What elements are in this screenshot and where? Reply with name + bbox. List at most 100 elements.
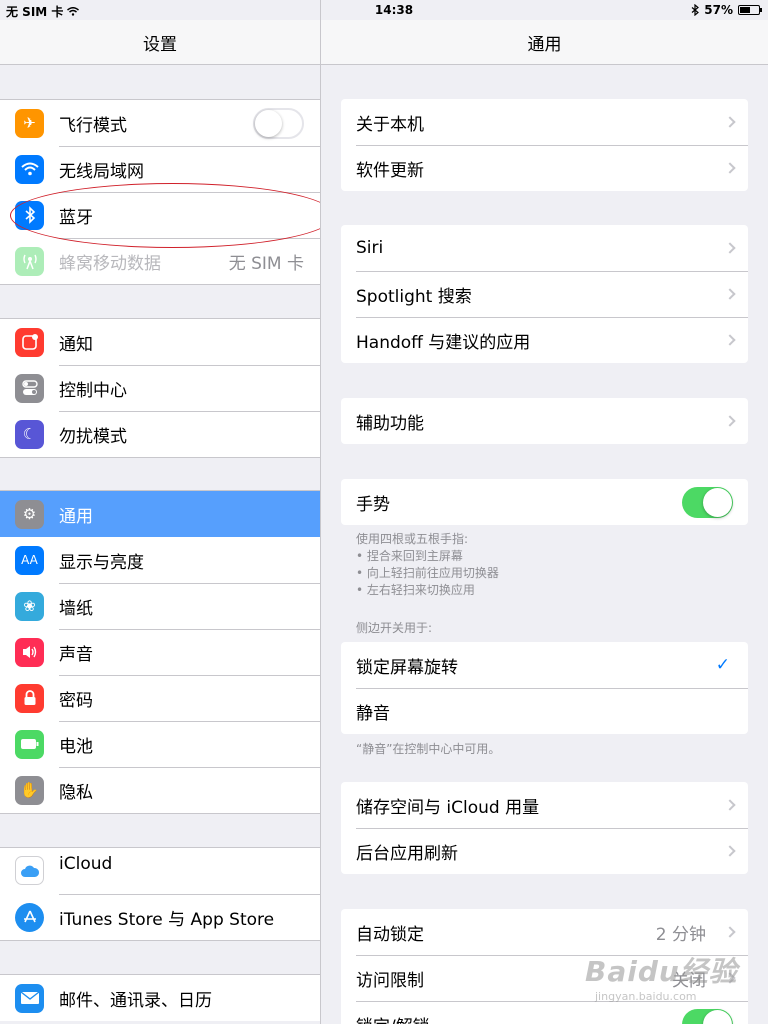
settings-item-notifications[interactable]: 通知 bbox=[0, 319, 320, 365]
gestures-toggle[interactable] bbox=[682, 486, 733, 518]
settings-item-airplane-mode: ✈ 飞行模式 bbox=[0, 100, 320, 146]
detail-item-label: 后台应用刷新 bbox=[356, 843, 458, 864]
detail-item-auto-lock[interactable]: 自动锁定 2 分钟 bbox=[341, 909, 748, 955]
settings-item-label: 墙纸 bbox=[59, 598, 93, 619]
detail-item-label: 储存空间与 iCloud 用量 bbox=[356, 797, 540, 818]
settings-item-general[interactable]: ⚙ 通用 bbox=[0, 491, 320, 537]
detail-group-side-switch: 锁定屏幕旋转 ✓ 静音 bbox=[341, 642, 748, 734]
speaker-icon bbox=[15, 637, 44, 667]
lock-icon bbox=[15, 683, 44, 713]
detail-item-label: Siri bbox=[356, 238, 384, 258]
mute-footer-note: “静音”在控制中心中可用。 bbox=[356, 742, 501, 756]
detail-item-label: 静音 bbox=[356, 703, 390, 724]
detail-item-about[interactable]: 关于本机 bbox=[341, 99, 748, 145]
detail-item-label: Spotlight 搜索 bbox=[356, 286, 472, 307]
chevron-right-icon bbox=[724, 926, 736, 938]
auto-lock-value: 2 分钟 bbox=[655, 924, 706, 945]
settings-item-label: 密码 bbox=[59, 690, 93, 711]
detail-item-handoff[interactable]: Handoff 与建议的应用 bbox=[341, 317, 748, 363]
detail-item-label: 手势 bbox=[356, 494, 390, 515]
wallpaper-icon: ❀ bbox=[15, 591, 44, 621]
settings-item-label: 蜂窝移动数据 bbox=[59, 253, 161, 274]
settings-item-mail-contacts-calendars[interactable]: 邮件、通讯录、日历 bbox=[0, 975, 320, 1021]
bluetooth-status-icon bbox=[691, 4, 700, 16]
settings-item-label: 隐私 bbox=[59, 782, 93, 803]
settings-item-label: iCloud bbox=[59, 854, 113, 874]
settings-item-itunes-app-store[interactable]: iTunes Store 与 App Store bbox=[0, 894, 320, 940]
chevron-right-icon bbox=[724, 288, 736, 300]
detail-item-restrictions[interactable]: 访问限制 关闭 bbox=[341, 955, 748, 1001]
battery-icon bbox=[15, 729, 44, 759]
moon-icon: ☾ bbox=[15, 419, 44, 449]
side-switch-option-mute[interactable]: 静音 bbox=[341, 688, 748, 734]
settings-group-notifications: 通知 控制中心 ☾ 勿扰模式 bbox=[0, 318, 320, 458]
settings-item-bluetooth[interactable]: 蓝牙 bbox=[0, 192, 320, 238]
icloud-icon bbox=[15, 856, 44, 885]
chevron-right-icon bbox=[724, 334, 736, 346]
gear-icon: ⚙ bbox=[15, 499, 44, 529]
detail-item-gestures: 手势 bbox=[341, 479, 748, 525]
checkmark-icon: ✓ bbox=[715, 655, 730, 675]
detail-group-accessibility: 辅助功能 bbox=[341, 398, 748, 444]
detail-item-label: 软件更新 bbox=[356, 160, 424, 181]
status-right: 57% bbox=[691, 3, 762, 17]
detail-item-label: 辅助功能 bbox=[356, 413, 424, 434]
detail-item-label: 锁定屏幕旋转 bbox=[356, 657, 458, 678]
chevron-right-icon bbox=[724, 799, 736, 811]
settings-item-cellular: 蜂窝移动数据 无 SIM 卡 bbox=[0, 238, 320, 284]
hand-icon: ✋ bbox=[15, 775, 44, 805]
settings-item-label: iTunes Store 与 App Store bbox=[59, 909, 275, 930]
detail-item-siri[interactable]: Siri bbox=[341, 225, 748, 271]
general-detail-pane: 通用 关于本机 软件更新 Siri Spotlight 搜索 Handoff 与… bbox=[321, 0, 768, 1024]
settings-item-label: 邮件、通讯录、日历 bbox=[59, 990, 212, 1011]
settings-group-connectivity: ✈ 飞行模式 无线局域网 蓝牙 蜂窝移动数据 无 SIM 卡 bbox=[0, 99, 320, 285]
gestures-footer-note: 使用四根或五根手指: • 捏合来回到主屏幕 • 向上轻扫前往应用切换器 • 左右… bbox=[356, 531, 499, 599]
master-title: 设置 bbox=[143, 34, 177, 55]
mail-icon bbox=[15, 983, 44, 1013]
side-switch-option-lock-rotation[interactable]: 锁定屏幕旋转 ✓ bbox=[341, 642, 748, 688]
settings-item-privacy[interactable]: ✋ 隐私 bbox=[0, 767, 320, 813]
settings-master-pane: 设置 ✈ 飞行模式 无线局域网 蓝牙 蜂窝移动数据 无 SIM 卡 通知 控制中… bbox=[0, 0, 335, 1024]
detail-item-spotlight[interactable]: Spotlight 搜索 bbox=[341, 271, 748, 317]
settings-item-label: 通用 bbox=[59, 506, 93, 527]
settings-item-battery[interactable]: 电池 bbox=[0, 721, 320, 767]
app-store-icon bbox=[15, 902, 44, 932]
settings-item-control-center[interactable]: 控制中心 bbox=[0, 365, 320, 411]
settings-item-label: 声音 bbox=[59, 644, 93, 665]
battery-percent-label: 57% bbox=[704, 3, 733, 17]
detail-item-software-update[interactable]: 软件更新 bbox=[341, 145, 748, 191]
detail-nav-bar: 通用 bbox=[321, 20, 768, 65]
settings-item-passcode[interactable]: 密码 bbox=[0, 675, 320, 721]
settings-item-wallpaper[interactable]: ❀ 墙纸 bbox=[0, 583, 320, 629]
chevron-right-icon bbox=[724, 242, 736, 254]
detail-item-label: Handoff 与建议的应用 bbox=[356, 332, 531, 353]
lock-unlock-toggle[interactable] bbox=[682, 1008, 733, 1024]
settings-group-accounts: iCloud iTunes Store 与 App Store bbox=[0, 847, 320, 941]
chevron-right-icon bbox=[724, 972, 736, 984]
detail-item-label: 关于本机 bbox=[356, 114, 424, 135]
notifications-icon bbox=[15, 327, 44, 357]
cellular-icon bbox=[15, 246, 44, 276]
battery-status-icon bbox=[738, 5, 762, 15]
detail-item-lock-unlock: 锁定/解锁 bbox=[341, 1001, 748, 1024]
settings-item-label: 显示与亮度 bbox=[59, 552, 144, 573]
restrictions-value: 关闭 bbox=[672, 970, 706, 991]
cellular-status-value: 无 SIM 卡 bbox=[228, 253, 304, 274]
chevron-right-icon bbox=[724, 845, 736, 857]
master-nav-bar: 设置 bbox=[0, 20, 320, 65]
detail-item-accessibility[interactable]: 辅助功能 bbox=[341, 398, 748, 444]
settings-item-sounds[interactable]: 声音 bbox=[0, 629, 320, 675]
detail-item-storage-icloud[interactable]: 储存空间与 iCloud 用量 bbox=[341, 782, 748, 828]
status-bar: 无 SIM 卡 14:38 57% bbox=[0, 0, 768, 20]
settings-item-display[interactable]: AA 显示与亮度 bbox=[0, 537, 320, 583]
settings-item-wifi[interactable]: 无线局域网 bbox=[0, 146, 320, 192]
settings-item-do-not-disturb[interactable]: ☾ 勿扰模式 bbox=[0, 411, 320, 457]
airplane-mode-toggle[interactable] bbox=[253, 107, 304, 139]
settings-item-label: 勿扰模式 bbox=[59, 426, 127, 447]
wifi-icon bbox=[15, 154, 44, 184]
settings-item-icloud[interactable]: iCloud bbox=[0, 848, 320, 894]
detail-item-background-refresh[interactable]: 后台应用刷新 bbox=[341, 828, 748, 874]
settings-group-general: ⚙ 通用 AA 显示与亮度 ❀ 墙纸 声音 密码 电池 ✋ 隐私 bbox=[0, 490, 320, 814]
settings-group-mail: 邮件、通讯录、日历 bbox=[0, 974, 320, 1021]
settings-item-label: 电池 bbox=[59, 736, 93, 757]
